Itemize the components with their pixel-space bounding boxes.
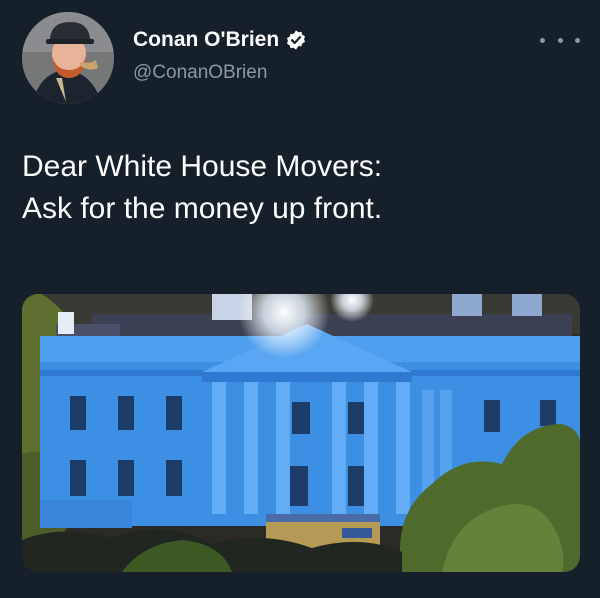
dot <box>575 37 580 43</box>
tweet-text-line: Ask for the money up front. <box>22 192 383 225</box>
white-house-photo <box>22 294 580 572</box>
more-options-icon[interactable] <box>540 32 580 48</box>
avatar-image <box>22 12 114 104</box>
tweet-media-image[interactable] <box>22 294 580 572</box>
dot <box>540 37 545 43</box>
author-name[interactable]: Conan O'Brien <box>133 28 279 52</box>
author-avatar[interactable] <box>22 12 114 104</box>
tweet-text: Dear White House Movers: Ask for the mon… <box>22 146 582 230</box>
dot <box>557 37 563 43</box>
verified-badge-icon <box>287 30 306 50</box>
author-handle[interactable]: @ConanOBrien <box>133 62 267 84</box>
author-name-row[interactable]: Conan O'Brien <box>133 28 307 52</box>
tweet-text-line: Dear White House Movers: <box>22 150 383 183</box>
